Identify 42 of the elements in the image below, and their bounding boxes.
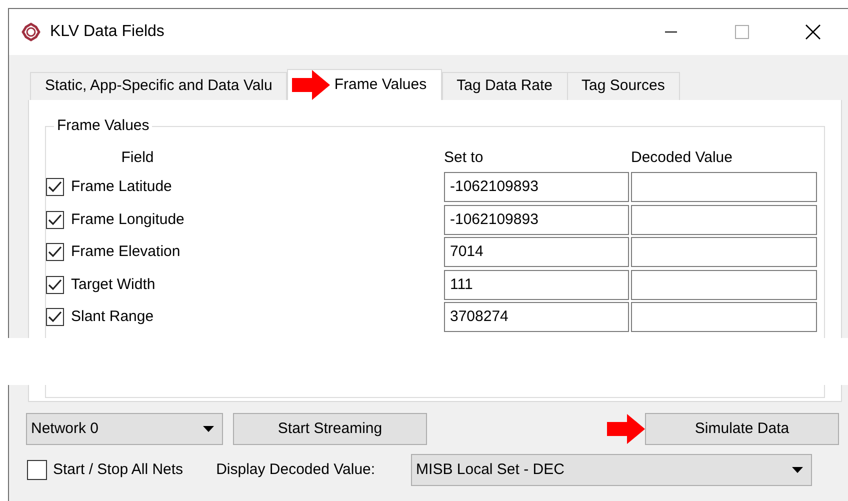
caret-icon xyxy=(792,467,804,473)
field-label: Target Width xyxy=(71,274,156,294)
input-field[interactable] xyxy=(631,270,817,300)
input-field[interactable] xyxy=(631,237,817,268)
checkbox[interactable] xyxy=(46,243,64,262)
tab[interactable]: Static, App-Specific and Data Valu xyxy=(30,72,288,100)
field-label: Frame Latitude xyxy=(71,177,173,197)
checkbox[interactable] xyxy=(46,308,64,326)
dropdown-value: MISB Local Set - DEC xyxy=(416,460,564,480)
input-field[interactable]: -1062109893 xyxy=(444,204,629,235)
caret-icon xyxy=(203,426,214,432)
input-field[interactable]: 7014 xyxy=(444,237,629,268)
app-logo-icon xyxy=(21,22,41,42)
input-field[interactable]: 3708274 xyxy=(444,302,629,332)
field-label: Frame Elevation xyxy=(71,242,182,262)
window-title: KLV Data Fields xyxy=(50,22,166,42)
input-field[interactable] xyxy=(631,172,817,202)
tab[interactable]: Tag Data Rate xyxy=(442,72,568,100)
start-streaming-button[interactable]: Start Streaming xyxy=(233,413,427,445)
minimize-icon[interactable] xyxy=(664,31,676,33)
input-field[interactable] xyxy=(631,302,817,332)
network-dropdown[interactable]: Network 0 xyxy=(26,413,223,445)
checkbox[interactable] xyxy=(27,460,47,480)
field-label: Display Decoded Value: xyxy=(216,460,376,480)
input-field[interactable]: 111 xyxy=(444,270,629,300)
input-field[interactable]: -1062109893 xyxy=(444,172,629,202)
tab[interactable]: Tag Sources xyxy=(566,72,680,100)
tab[interactable]: Frame Values xyxy=(287,69,442,100)
column-header: Field xyxy=(120,148,155,168)
column-header: Set to xyxy=(444,148,484,168)
checkbox-label: Start / Stop All Nets xyxy=(53,460,184,480)
checkbox[interactable] xyxy=(46,276,64,294)
decoded-value-dropdown[interactable]: MISB Local Set - DEC xyxy=(411,454,812,486)
close-icon[interactable] xyxy=(804,24,820,40)
column-header: Decoded Value xyxy=(631,148,732,168)
checkbox[interactable] xyxy=(46,210,64,229)
simulate-data-button[interactable]: Simulate Data xyxy=(645,413,839,445)
field-label: Frame Longitude xyxy=(71,210,186,230)
input-field[interactable] xyxy=(631,204,817,235)
checkbox[interactable] xyxy=(46,178,64,196)
field-label: Slant Range xyxy=(71,307,155,327)
dropdown-value: Network 0 xyxy=(31,418,99,439)
